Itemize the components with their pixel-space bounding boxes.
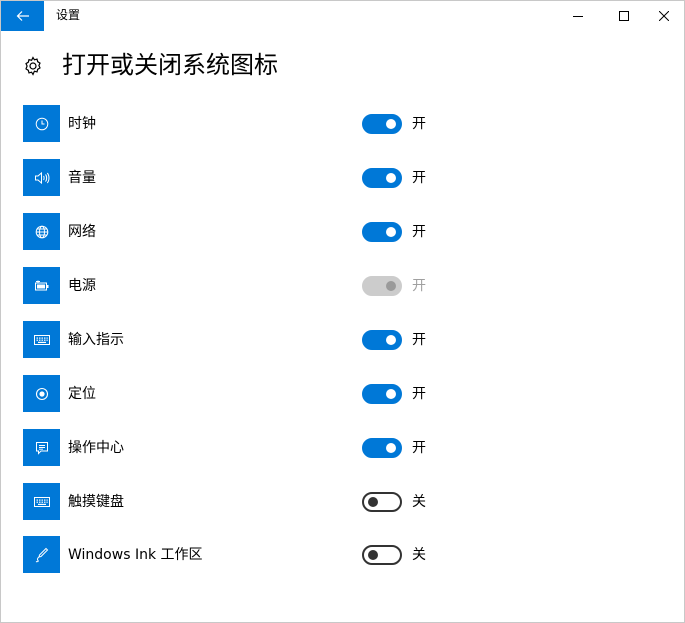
touch-keyboard-icon (33, 496, 50, 507)
setting-row-volume: 音量 开 (23, 159, 443, 197)
clock-icon (35, 117, 48, 130)
volume-tile (23, 159, 60, 196)
windows-ink-tile (23, 536, 60, 573)
window-title: 设置 (56, 8, 81, 22)
minimize-button[interactable] (555, 1, 601, 31)
setting-row-action-center: 操作中心 开 (23, 429, 443, 467)
toggle-state: 开 (412, 224, 426, 240)
gear-icon (25, 56, 41, 76)
setting-label: 定位 (68, 386, 96, 402)
globe-icon (35, 225, 48, 238)
toggle-state: 关 (412, 547, 426, 563)
touch-keyboard-tile (23, 483, 60, 520)
network-tile (23, 213, 60, 250)
volume-toggle[interactable] (362, 168, 402, 188)
toggle-knob (386, 281, 396, 291)
setting-label: Windows Ink 工作区 (68, 547, 203, 563)
toggle-state: 开 (412, 116, 426, 132)
setting-label: 操作中心 (68, 440, 124, 456)
close-icon (659, 11, 669, 21)
windows-ink-toggle[interactable] (362, 545, 402, 565)
power-tile (23, 267, 60, 304)
battery-icon (34, 280, 48, 290)
clock-tile (23, 105, 60, 142)
setting-row-power: 电源 开 (23, 267, 443, 305)
toggle-knob (386, 173, 396, 183)
toggle-knob (386, 443, 396, 453)
setting-label: 触摸键盘 (68, 494, 124, 510)
input-indicator-tile (23, 321, 60, 358)
toggle-state: 开 (412, 332, 426, 348)
input-indicator-toggle[interactable] (362, 330, 402, 350)
volume-icon (34, 171, 49, 184)
setting-row-windows-ink: Windows Ink 工作区 关 (23, 536, 443, 574)
pen-icon (35, 547, 48, 562)
toggle-knob (368, 497, 378, 507)
title-bar: 设置 (1, 1, 684, 31)
back-button[interactable] (1, 1, 44, 31)
location-toggle[interactable] (362, 384, 402, 404)
power-toggle (362, 276, 402, 296)
clock-toggle[interactable] (362, 114, 402, 134)
toggle-knob (386, 227, 396, 237)
location-tile (23, 375, 60, 412)
setting-label: 网络 (68, 224, 96, 240)
toggle-state: 开 (412, 278, 426, 294)
page-header (23, 51, 43, 81)
toggle-knob (386, 335, 396, 345)
toggle-knob (368, 550, 378, 560)
toggle-state: 开 (412, 440, 426, 456)
setting-row-network: 网络 开 (23, 213, 443, 251)
back-arrow-icon (16, 11, 29, 21)
toggle-state: 关 (412, 494, 426, 510)
setting-label: 电源 (68, 278, 96, 294)
setting-row-clock: 时钟 开 (23, 105, 443, 143)
toggle-state: 开 (412, 170, 426, 186)
action-center-icon (35, 441, 48, 455)
maximize-icon (619, 11, 629, 21)
minimize-icon (573, 16, 583, 17)
network-toggle[interactable] (362, 222, 402, 242)
setting-label: 输入指示 (68, 332, 124, 348)
page-title: 打开或关闭系统图标 (62, 51, 278, 79)
keyboard-icon (33, 334, 50, 345)
setting-label: 时钟 (68, 116, 96, 132)
setting-row-input-indicator: 输入指示 开 (23, 321, 443, 359)
action-center-tile (23, 429, 60, 466)
touch-keyboard-toggle[interactable] (362, 492, 402, 512)
setting-row-location: 定位 开 (23, 375, 443, 413)
location-icon (35, 387, 48, 400)
close-button[interactable] (641, 1, 685, 31)
toggle-state: 开 (412, 386, 426, 402)
setting-row-touch-keyboard: 触摸键盘 关 (23, 483, 443, 521)
toggle-knob (386, 389, 396, 399)
setting-label: 音量 (68, 170, 96, 186)
action-center-toggle[interactable] (362, 438, 402, 458)
toggle-knob (386, 119, 396, 129)
